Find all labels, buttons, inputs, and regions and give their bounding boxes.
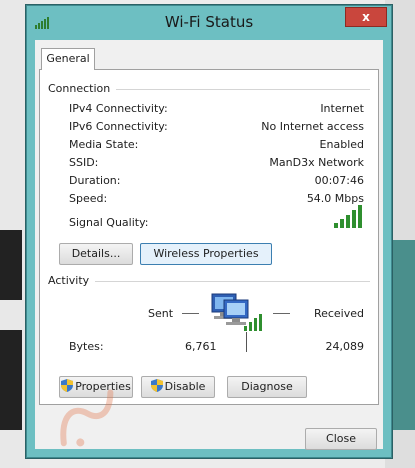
received-label: Received <box>313 307 364 320</box>
diagnose-button[interactable]: Diagnose <box>227 376 307 398</box>
ipv6-value: No Internet access <box>261 120 364 133</box>
wireless-properties-button[interactable]: Wireless Properties <box>140 243 272 265</box>
disable-button-label: Disable <box>164 380 206 393</box>
speed-label: Speed: <box>69 192 108 205</box>
bytes-sent-value: 6,761 <box>185 340 217 353</box>
signal-strength-icon <box>334 204 364 228</box>
activity-group-divider <box>48 281 370 282</box>
uac-shield-icon <box>150 379 163 392</box>
media-state-label: Media State: <box>69 138 139 151</box>
wifi-status-window: Wi-Fi Status x General Connection IPv4 C… <box>26 5 392 458</box>
tab-general[interactable]: General <box>41 48 95 70</box>
close-button[interactable]: Close <box>305 428 377 450</box>
details-button[interactable]: Details... <box>59 243 133 265</box>
general-tab-panel: Connection IPv4 Connectivity: Internet I… <box>39 69 379 405</box>
duration-label: Duration: <box>69 174 121 187</box>
received-connector-line <box>273 313 290 314</box>
bytes-received-value: 24,089 <box>325 340 365 353</box>
sent-label: Sent <box>148 307 174 320</box>
background-shape <box>0 230 22 300</box>
network-computers-icon <box>211 293 262 331</box>
bytes-label: Bytes: <box>69 340 104 353</box>
activity-group-label: Activity <box>48 274 96 287</box>
dialog-client: General Connection IPv4 Connectivity: In… <box>35 40 383 450</box>
duration-value: 00:07:46 <box>314 174 364 187</box>
disable-button[interactable]: Disable <box>141 376 215 398</box>
background-shape <box>389 240 415 430</box>
sent-connector-line <box>182 313 199 314</box>
ipv4-label: IPv4 Connectivity: <box>69 102 168 115</box>
window-title: Wi-Fi Status <box>164 13 254 31</box>
ipv6-label: IPv6 Connectivity: <box>69 120 168 133</box>
title-bar[interactable]: Wi-Fi Status x <box>27 6 391 38</box>
activity-divider <box>246 332 247 352</box>
title-close-button[interactable]: x <box>345 7 387 27</box>
signal-quality-label: Signal Quality: <box>69 216 149 229</box>
ssid-label: SSID: <box>69 156 99 169</box>
background-shape <box>0 330 22 430</box>
uac-shield-icon <box>61 379 74 392</box>
ssid-value: ManD3x Network <box>269 156 364 169</box>
connection-group-label: Connection <box>48 82 117 95</box>
media-state-value: Enabled <box>319 138 364 151</box>
ipv4-value: Internet <box>320 102 364 115</box>
